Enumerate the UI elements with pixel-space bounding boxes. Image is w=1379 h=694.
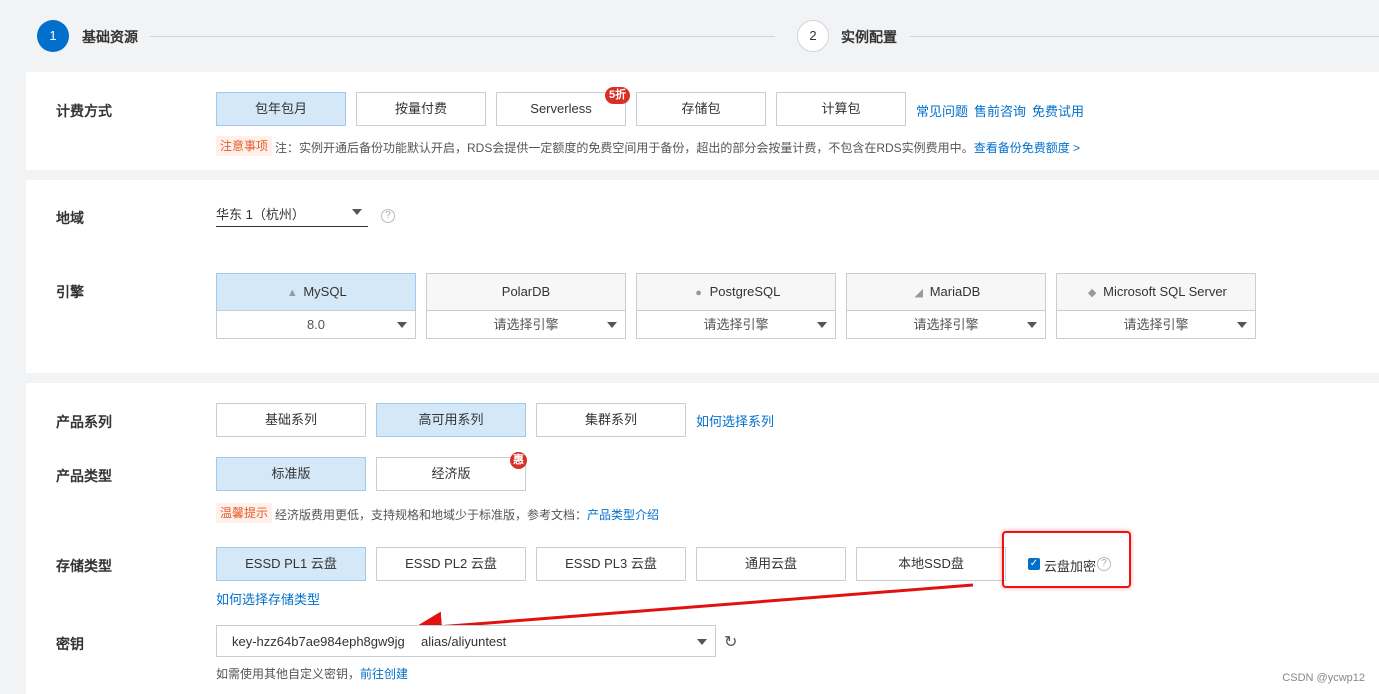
chevron-down-icon	[817, 322, 827, 328]
series-option-high-availability[interactable]: 高可用系列	[376, 403, 526, 437]
billing-option-compute-pack[interactable]: 计算包	[776, 92, 906, 126]
watermark: CSDN @ycwp12	[1282, 672, 1365, 684]
engine-name: PolarDB	[501, 284, 551, 299]
free-trial-link[interactable]: 免费试用	[1032, 101, 1084, 120]
step-2-label[interactable]: 实例配置	[841, 27, 897, 47]
engine-name: Microsoft SQL Server	[1103, 284, 1227, 299]
engine-version-select[interactable]: 8.0	[216, 310, 416, 339]
region-select[interactable]: 华东 1（杭州）	[216, 199, 368, 227]
engine-option-polardb[interactable]: PolarDB 请选择引擎	[426, 273, 626, 339]
help-icon[interactable]: ?	[1097, 557, 1111, 571]
engine-name-box[interactable]: ◢ MariaDB	[846, 273, 1046, 311]
engine-version: 请选择引擎	[493, 317, 559, 332]
mariadb-seal-icon: ◢	[914, 287, 923, 299]
sqlserver-icon: ◆	[1087, 287, 1097, 299]
faq-link[interactable]: 常见问题	[916, 101, 968, 120]
engine-version-select[interactable]: 请选择引擎	[636, 310, 836, 339]
engine-version-select[interactable]: 请选择引擎	[846, 310, 1046, 339]
engine-version: 请选择引擎	[703, 317, 769, 332]
engine-version: 8.0	[306, 317, 326, 332]
backup-quota-link[interactable]: 查看备份免费额度 >	[974, 141, 1080, 155]
billing-option-storage-pack[interactable]: 存储包	[636, 92, 766, 126]
billing-option-subscription[interactable]: 包年包月	[216, 92, 346, 126]
mysql-dolphin-icon: ▲	[286, 287, 298, 299]
step-divider	[150, 36, 775, 37]
series-option-basic[interactable]: 基础系列	[216, 403, 366, 437]
engine-option-mariadb[interactable]: ◢ MariaDB 请选择引擎	[846, 273, 1046, 339]
engine-name-box[interactable]: ▲ MySQL	[216, 273, 416, 311]
product-type-economy[interactable]: 经济版	[376, 457, 526, 491]
engine-option-sqlserver[interactable]: ◆ Microsoft SQL Server 请选择引擎	[1056, 273, 1256, 339]
engine-version-select[interactable]: 请选择引擎	[426, 310, 626, 339]
product-type-standard[interactable]: 标准版	[216, 457, 366, 491]
chevron-down-icon	[1027, 322, 1037, 328]
key-label: 密钥	[56, 636, 84, 652]
chevron-down-icon	[697, 639, 707, 645]
engine-name-box[interactable]: PolarDB	[426, 273, 626, 311]
tip-tag: 温馨提示	[216, 503, 273, 523]
series-option-cluster[interactable]: 集群系列	[536, 403, 686, 437]
storage-option-essd-pl3[interactable]: ESSD PL3 云盘	[536, 547, 686, 581]
storage-label: 存储类型	[56, 558, 112, 574]
product-type-tip: 经济版费用更低，支持规格和地域少于标准版，参考文档：产品类型介绍	[275, 506, 659, 523]
billing-option-pay-as-you-go[interactable]: 按量付费	[356, 92, 486, 126]
key-hint: 如需使用其他自定义密钥，前往创建	[216, 665, 408, 682]
engine-version-select[interactable]: 请选择引擎	[1056, 310, 1256, 339]
chevron-down-icon	[397, 322, 407, 328]
engine-option-mysql[interactable]: ▲ MySQL 8.0	[216, 273, 416, 339]
engine-label: 引擎	[56, 284, 84, 300]
engine-version: 请选择引擎	[913, 317, 979, 332]
disk-encryption-label[interactable]: 云盘加密	[1044, 556, 1096, 575]
engine-name: MySQL	[303, 284, 347, 299]
step-2-indicator[interactable]: 2	[797, 20, 829, 52]
region-label: 地域	[56, 210, 84, 226]
step-divider	[910, 36, 1379, 37]
storage-option-essd-pl2[interactable]: ESSD PL2 云盘	[376, 547, 526, 581]
key-hint-text: 如需使用其他自定义密钥，	[216, 667, 361, 681]
storage-option-local-ssd[interactable]: 本地SSD盘	[856, 547, 1006, 581]
create-key-link[interactable]: 前往创建	[360, 667, 408, 681]
billing-note-text: 注：实例开通后备份功能默认开启，RDS会提供一定额度的免费空间用于备份，超出的部…	[275, 141, 974, 155]
chevron-down-icon	[607, 322, 617, 328]
chevron-down-icon	[352, 209, 362, 215]
help-icon[interactable]: ?	[381, 209, 395, 223]
engine-option-postgresql[interactable]: ● PostgreSQL 请选择引擎	[636, 273, 836, 339]
series-label: 产品系列	[56, 414, 112, 430]
storage-option-essd-pl1[interactable]: ESSD PL1 云盘	[216, 547, 366, 581]
product-type-label: 产品类型	[56, 468, 112, 484]
key-alias: alias/aliyuntest	[421, 634, 507, 649]
product-type-intro-link[interactable]: 产品类型介绍	[587, 508, 659, 522]
notice-tag: 注意事项	[216, 136, 273, 156]
checkbox-checked-icon[interactable]: ✓	[1028, 558, 1040, 570]
tip-text: 经济版费用更低，支持规格和地域少于标准版，参考文档：	[275, 508, 588, 522]
step-1-label: 基础资源	[82, 29, 138, 45]
storage-help-link[interactable]: 如何选择存储类型	[216, 589, 320, 608]
presales-link[interactable]: 售前咨询	[974, 101, 1026, 120]
billing-label: 计费方式	[56, 103, 112, 119]
wizard-steps: 1 基础资源 2 实例配置	[0, 0, 1379, 72]
engine-name: MariaDB	[929, 284, 981, 299]
discount-badge: 惠	[510, 452, 527, 469]
discount-badge: 5折	[605, 87, 631, 104]
chevron-down-icon	[1237, 322, 1247, 328]
billing-note: 注：实例开通后备份功能默认开启，RDS会提供一定额度的免费空间用于备份，超出的部…	[275, 139, 1080, 156]
engine-name-box[interactable]: ◆ Microsoft SQL Server	[1056, 273, 1256, 311]
region-value: 华东 1（杭州）	[216, 207, 305, 222]
key-select[interactable]: key-hzz64b7ae984eph8gw9jg alias/aliyunte…	[216, 625, 716, 657]
engine-name: PostgreSQL	[709, 284, 781, 299]
step-1-indicator: 1	[37, 20, 69, 52]
series-help-link[interactable]: 如何选择系列	[696, 411, 774, 430]
engine-name-box[interactable]: ● PostgreSQL	[636, 273, 836, 311]
postgresql-elephant-icon: ●	[695, 287, 702, 299]
refresh-icon[interactable]: ↻	[724, 632, 737, 652]
storage-option-general[interactable]: 通用云盘	[696, 547, 846, 581]
engine-version: 请选择引擎	[1123, 317, 1189, 332]
key-id: key-hzz64b7ae984eph8gw9jg	[232, 634, 405, 649]
